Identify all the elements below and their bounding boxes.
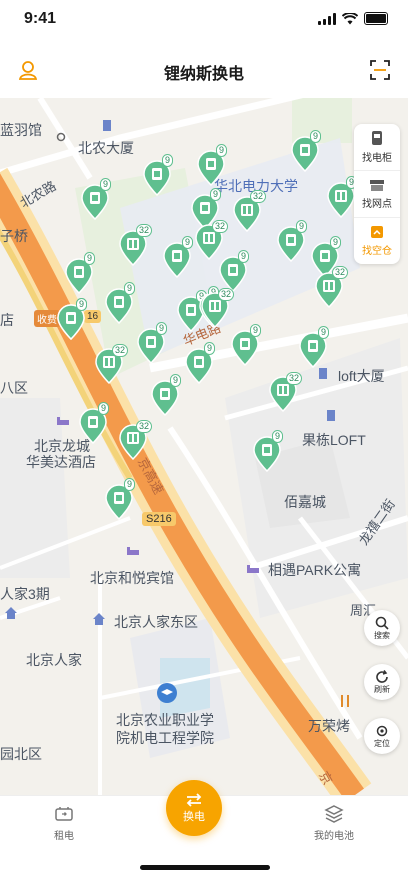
map-label: 蓝羽馆 (0, 122, 42, 138)
pin-count: 9 (204, 342, 216, 355)
pin-count: 9 (76, 298, 88, 311)
pin-count: 9 (296, 220, 308, 233)
tab-rent-label: 租电 (54, 831, 74, 842)
pin-count: 32 (250, 190, 267, 203)
find-cabinet-button[interactable]: 找电柜 (354, 124, 400, 171)
map-label: 八区 (0, 380, 28, 396)
map-label: 相遇PARK公寓 (268, 562, 362, 578)
pin-count: 9 (156, 322, 168, 335)
refresh-label: 刷新 (374, 684, 390, 694)
find-cabinet-label: 找电柜 (362, 153, 392, 164)
search-button[interactable]: 搜索 (364, 610, 400, 646)
pin-count: 32 (286, 372, 303, 385)
pin-count: 9 (100, 178, 112, 191)
route-shield: 16 (84, 310, 102, 323)
find-outlet-button[interactable]: 找网点 (354, 171, 400, 218)
route-shield: S216 (142, 512, 176, 526)
pin-count: 32 (136, 224, 153, 237)
pin-count: 9 (318, 326, 330, 339)
school-icon (157, 683, 177, 703)
wifi-icon (342, 12, 358, 24)
cabinet-icon (372, 131, 382, 145)
locate-icon (376, 725, 388, 736)
pin-count: 9 (84, 252, 96, 265)
map-tools-panel: 找电柜 找网点 找空仓 (354, 124, 400, 264)
home-indicator (140, 865, 270, 870)
status-time: 9:41 (24, 10, 57, 27)
building-icon (103, 120, 111, 131)
find-outlet-label: 找网点 (362, 199, 392, 210)
pin-count: 9 (272, 430, 284, 443)
locate-button[interactable]: 定位 (364, 718, 400, 754)
nav-bar: 锂纳斯换电 (0, 44, 408, 98)
locate-label: 定位 (374, 738, 390, 748)
pin-count: 9 (162, 154, 174, 167)
pin-count: 9 (238, 250, 250, 263)
pin-count: 32 (136, 420, 153, 433)
hotel-icon (127, 547, 139, 555)
tab-my-battery[interactable]: 我的电池 (294, 804, 374, 842)
pin-count: 9 (250, 324, 262, 337)
status-bar: 9:41 (0, 0, 408, 44)
pin-count: 32 (332, 266, 349, 279)
house-icon (5, 607, 17, 619)
map-label: 华美达酒店 (26, 454, 96, 470)
signal-icon (318, 12, 336, 25)
map-label: 果栋LOFT (302, 432, 366, 448)
pin-count: 9 (182, 236, 194, 249)
pin-count: 9 (98, 402, 110, 415)
pin-count: 32 (218, 288, 235, 301)
layers-icon (324, 805, 344, 823)
status-icons (318, 12, 388, 25)
map-label: loft大厦 (338, 368, 385, 384)
pin-count: 9 (170, 374, 182, 387)
tab-my-battery-label: 我的电池 (314, 831, 354, 842)
map-label: 北京人家 (26, 652, 82, 668)
map-view[interactable]: 蓝羽馆 北农大厦 北农路 华北电力大学 子桥 店 八区 北京龙城 华美达酒店 人… (0, 98, 408, 795)
find-empty-slot-button[interactable]: 找空仓 (354, 218, 400, 264)
pin-count: 9 (310, 130, 322, 143)
pin-count: 9 (124, 478, 136, 491)
building-icon (327, 410, 335, 421)
search-icon (375, 616, 389, 630)
house-icon (93, 613, 105, 625)
pin-count: 9 (330, 236, 342, 249)
page-title: 锂纳斯换电 (163, 66, 244, 83)
pin-count: 9 (216, 144, 228, 157)
building-icon (319, 368, 327, 379)
search-label: 搜索 (374, 630, 390, 640)
map-label: 北农大厦 (78, 140, 134, 156)
tab-bar: 租电 换电 我的电池 (0, 780, 408, 884)
swap-label: 换电 (183, 811, 205, 823)
food-icon (341, 695, 349, 707)
warehouse-icon (371, 226, 383, 238)
tab-rent[interactable]: 租电 (24, 804, 104, 842)
map-label: 人家3期 (0, 586, 50, 602)
pin-count: 32 (212, 220, 229, 233)
swap-button[interactable]: 换电 (166, 780, 222, 836)
map-label: 万荣烤 (308, 718, 350, 734)
map-label: 北京人家东区 (114, 614, 198, 630)
refresh-icon (376, 669, 388, 683)
shop-icon (370, 180, 384, 191)
map-label: 院机电工程学院 (116, 730, 214, 746)
map-label: 店 (0, 312, 14, 328)
map-label: 园北区 (0, 746, 42, 762)
hotel-icon (57, 417, 69, 425)
poi-icon (56, 132, 66, 142)
map-label: 北京农业职业学 (116, 712, 214, 728)
refresh-button[interactable]: 刷新 (364, 664, 400, 700)
map-label: 子桥 (0, 228, 28, 244)
pin-count: 9 (124, 282, 136, 295)
map-label: 北京和悦宾馆 (90, 570, 174, 586)
hotel-icon (247, 565, 259, 573)
rent-battery-icon (55, 807, 73, 821)
swap-icon (186, 793, 202, 807)
map-label: 佰嘉城 (284, 494, 326, 510)
pin-count: 9 (210, 188, 222, 201)
battery-icon (364, 12, 388, 25)
scan-icon[interactable] (368, 58, 392, 82)
find-empty-slot-label: 找空仓 (362, 246, 392, 257)
pin-count: 32 (112, 344, 129, 357)
